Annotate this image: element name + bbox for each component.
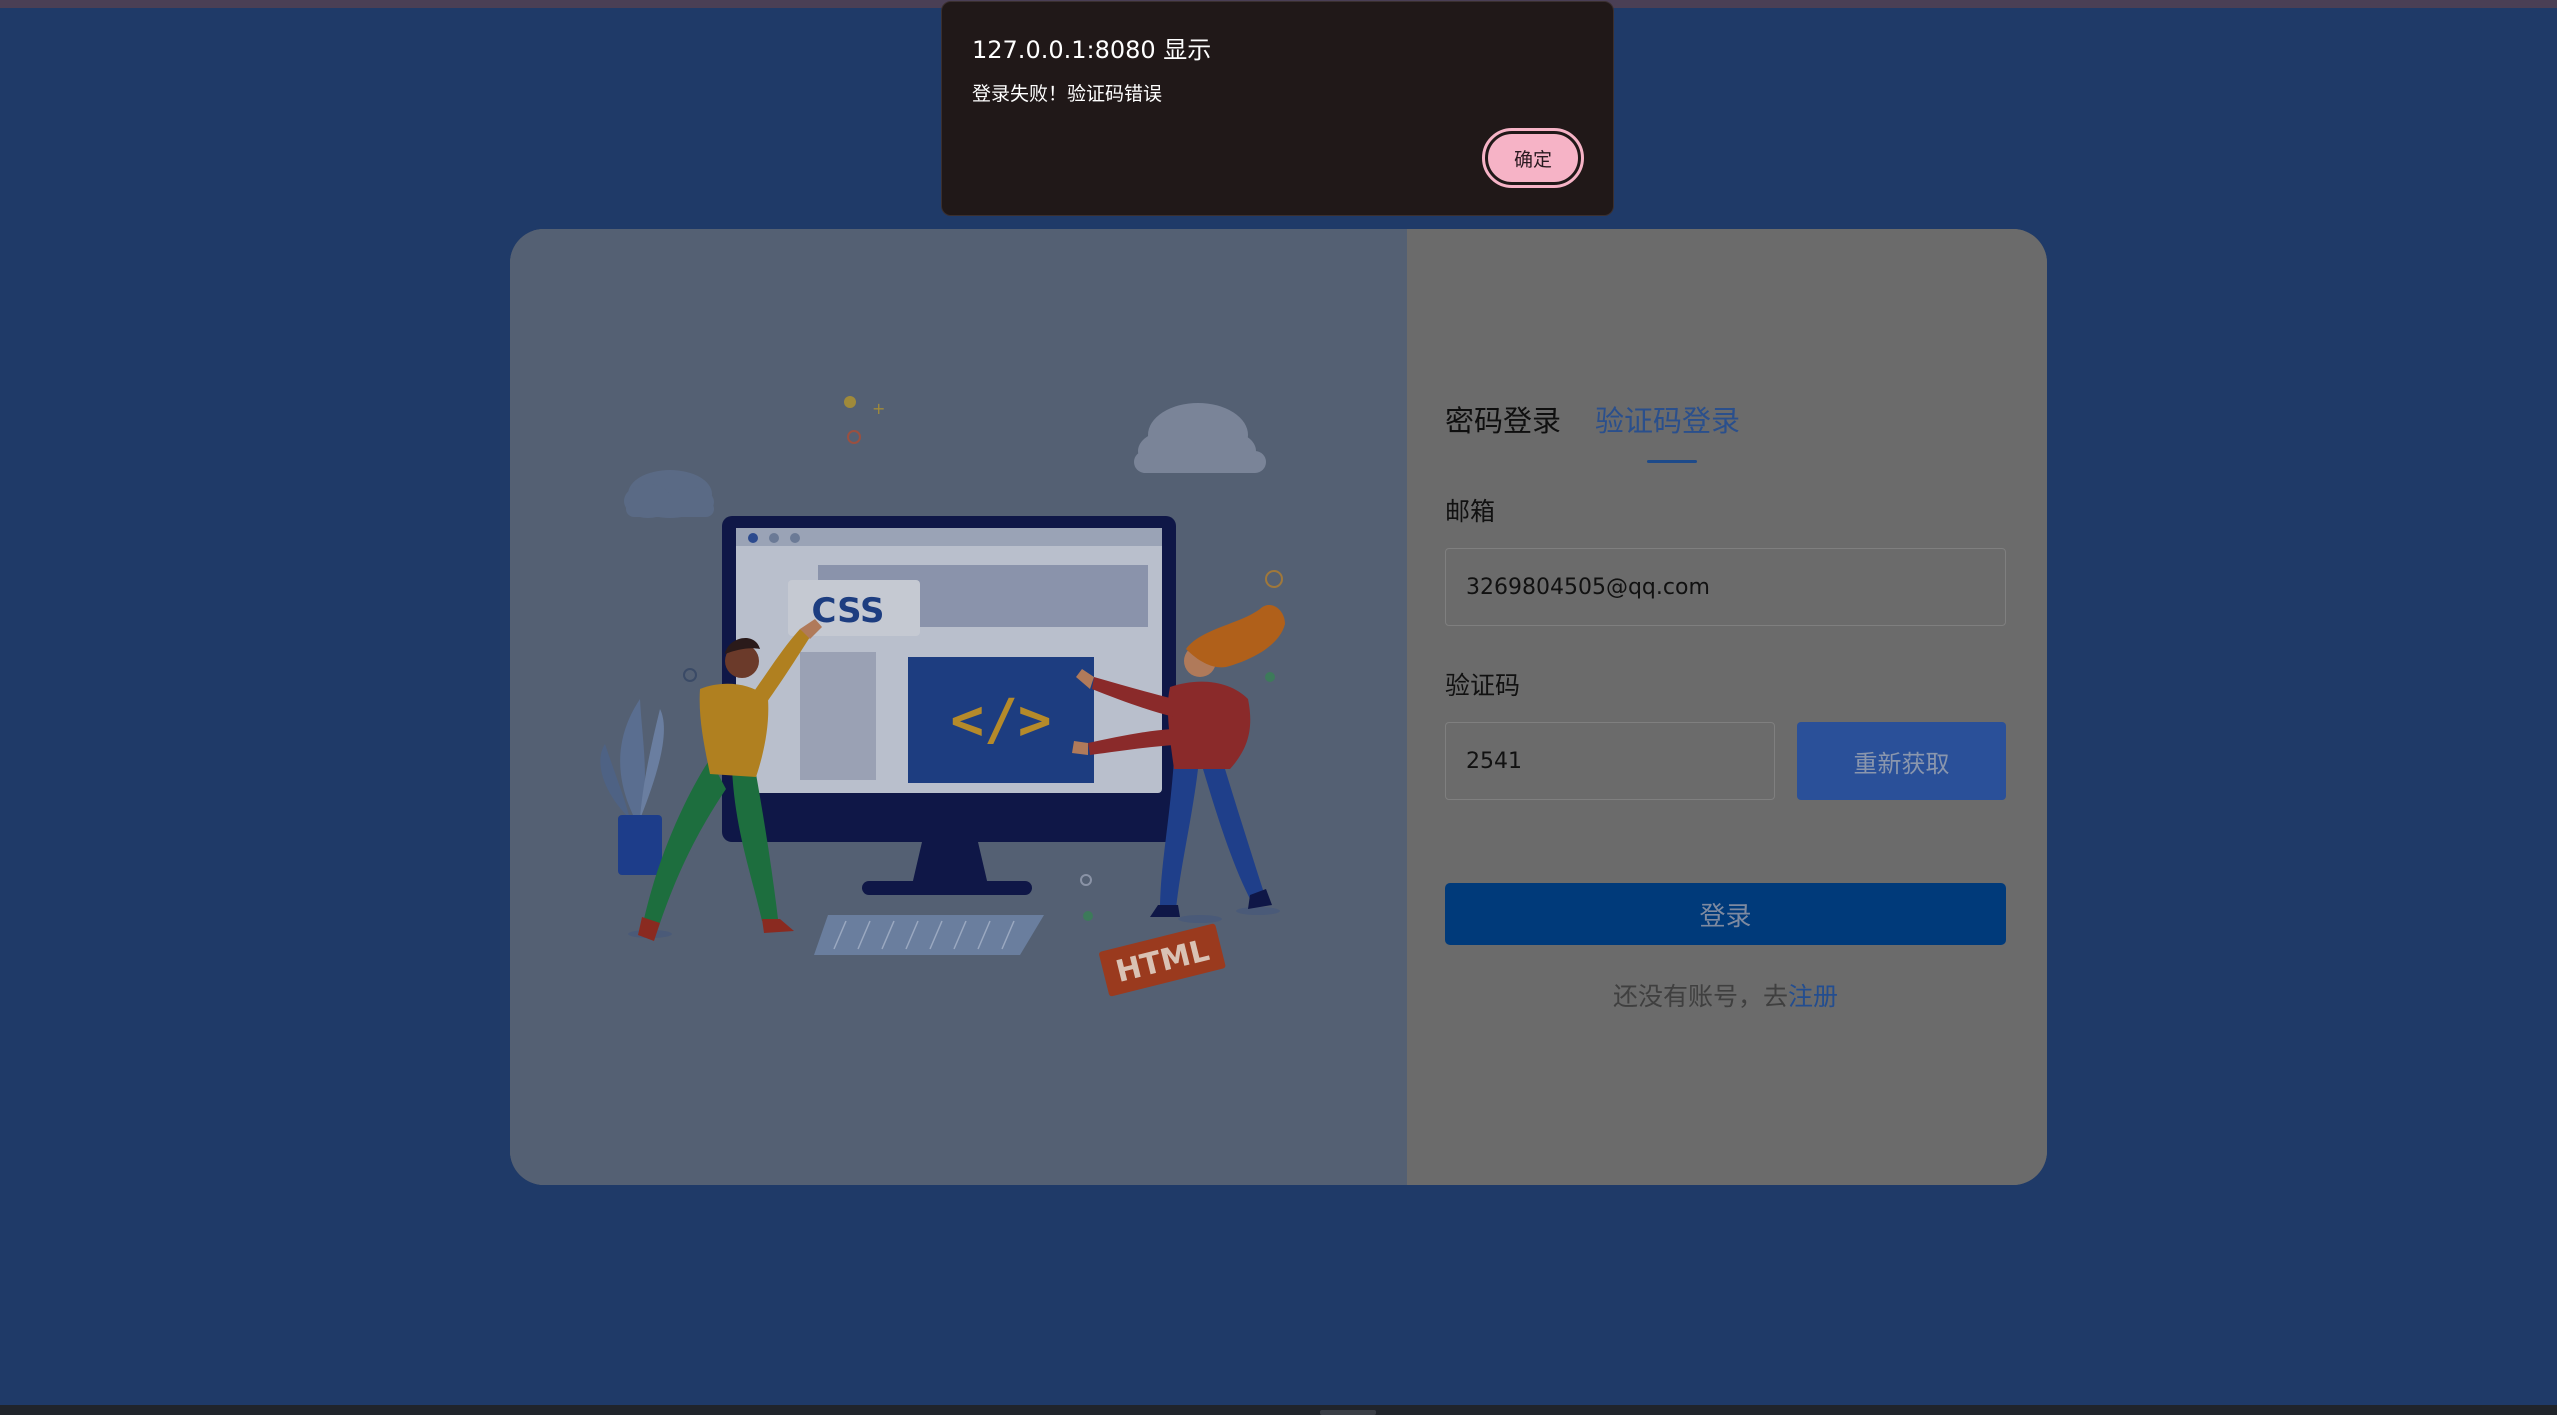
sparkle-ring-bottom [1080,874,1092,886]
register-prompt-text: 还没有账号，去 [1612,982,1788,1011]
code-symbol: </> [950,688,1051,753]
active-tab-indicator [1647,460,1697,463]
login-tabs: 密码登录 验证码登录 [1445,401,1740,441]
alert-dialog: 127.0.0.1:8080 显示 登录失败！验证码错误 确定 [941,1,1614,216]
sparkle-dot-right [1265,672,1275,682]
cloud-icon-left [624,470,714,518]
sparkle-ring-right [1265,570,1283,588]
dialog-message: 登录失败！验证码错误 [972,83,1163,105]
email-input[interactable]: 3269804505@qq.com [1445,548,2006,626]
dialog-ok-button[interactable]: 确定 [1482,128,1584,188]
login-card: + </> CSS HTML 密码登录 验证码登录 邮箱 3269804505@… [510,229,2047,1185]
illustration-panel: + </> CSS HTML [510,229,1407,1185]
html-badge: HTML [1099,923,1226,997]
keyboard [814,915,1044,955]
code-input[interactable]: 2541 [1445,722,1775,800]
email-value: 3269804505@qq.com [1466,574,1710,600]
developers-illustration: + </> CSS HTML [600,396,1285,997]
code-value: 2541 [1466,748,1522,774]
code-label: 验证码 [1445,671,1521,700]
tab-code-login[interactable]: 验证码登录 [1595,401,1740,441]
taskbar-strip [0,1405,2557,1415]
login-form-panel: 密码登录 验证码登录 邮箱 3269804505@qq.com 验证码 2541… [1407,229,2047,1185]
sparkle-plus: + [872,399,885,418]
register-prompt: 还没有账号，去注册 [1445,977,2006,1013]
cloud-icon-right [1134,403,1266,473]
dialog-title: 127.0.0.1:8080 显示 [972,36,1212,64]
tab-password-login[interactable]: 密码登录 [1445,401,1561,441]
sparkle-dot-bottom [1083,911,1093,921]
resend-code-button[interactable]: 重新获取 [1797,722,2006,800]
email-label: 邮箱 [1445,497,1496,526]
register-link[interactable]: 注册 [1788,982,1838,1011]
sparkle-dot [844,396,856,408]
sparkle-ring [847,430,861,444]
css-label: CSS [811,591,884,631]
plant-icon [600,699,664,875]
login-button[interactable]: 登录 [1445,883,2006,945]
sparkle-ring-left [683,668,697,682]
taskbar-handle [1320,1410,1376,1415]
